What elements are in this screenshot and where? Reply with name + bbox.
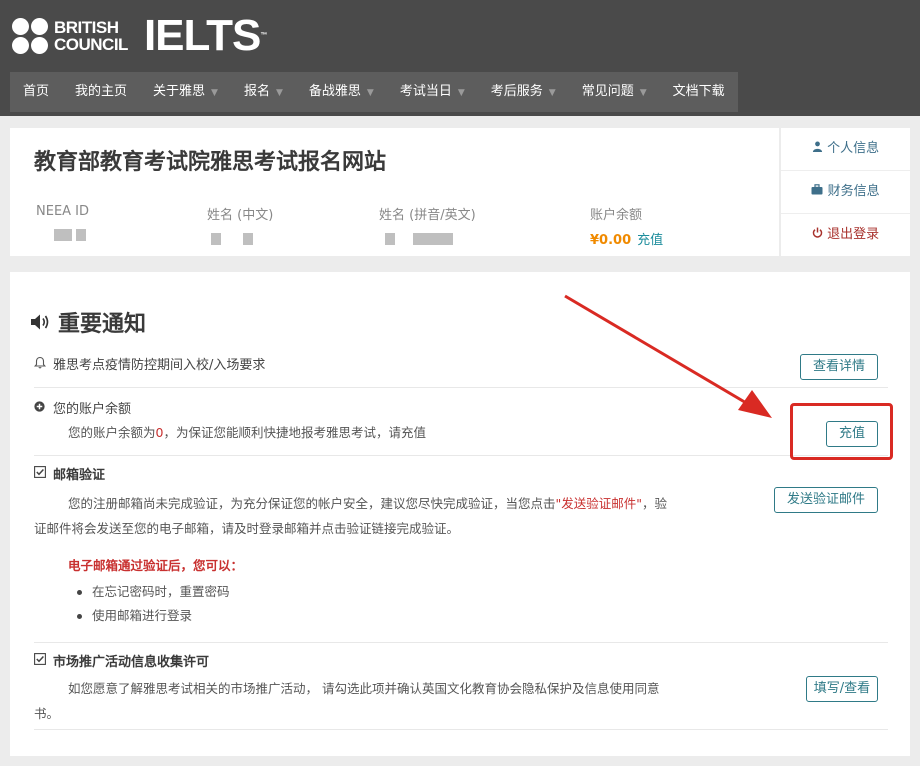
neea-id-label: NEEA ID xyxy=(36,204,90,219)
chevron-down-icon: ▼ xyxy=(548,88,556,98)
email-notice-text: 您的注册邮箱尚未完成验证，为充分保证您的帐户安全，建议您尽快完成验证，当您点击"… xyxy=(34,496,668,536)
plus-circle-icon xyxy=(34,400,48,415)
ielts-wordmark: IELTS™ xyxy=(143,11,267,60)
neea-id-field: NEEA ID xyxy=(36,204,89,241)
user-icon xyxy=(812,141,827,156)
nav-item-after-test[interactable]: 考后服务 ▼ xyxy=(478,72,569,112)
nav-item-faq[interactable]: 常见问题 ▼ xyxy=(569,72,660,112)
recharge-link[interactable]: 充值 xyxy=(637,233,663,248)
name-cn-value-redacted xyxy=(207,233,273,245)
account-side-menu: 个人信息 财务信息 退出登录 xyxy=(781,128,910,256)
nav-item-test-day[interactable]: 考试当日 ▼ xyxy=(387,72,478,112)
nav-item-home[interactable]: 首页 xyxy=(10,72,62,112)
nav-item-my-home[interactable]: 我的主页 xyxy=(62,72,140,112)
list-item: 在忘记密码时，重置密码 xyxy=(68,580,888,604)
side-item-personal-info[interactable]: 个人信息 xyxy=(781,128,910,170)
balance-field: 账户余额 ¥0.00 充值 xyxy=(590,204,663,248)
notice-row-marketing: 市场推广活动信息收集许可 如您愿意了解雅思考试相关的市场推广活动， 请勾选此项并… xyxy=(34,643,888,730)
notice-row-title: 市场推广活动信息收集许可 xyxy=(34,651,888,670)
chevron-down-icon: ▼ xyxy=(457,88,465,98)
nav-item-downloads[interactable]: 文档下载 xyxy=(660,72,738,112)
notice-row-title: 雅思考点疫情防控期间入校/入场要求 xyxy=(33,354,888,373)
notice-row-epidemic: 雅思考点疫情防控期间入校/入场要求 查看详情 xyxy=(33,346,888,388)
logo[interactable]: BRITISH COUNCIL IELTS™ xyxy=(12,11,267,60)
neea-id-value-redacted xyxy=(36,229,89,241)
name-cn-label: 姓名 (中文) xyxy=(207,208,274,223)
site-header: BRITISH COUNCIL IELTS™ 首页 我的主页 关于雅思 ▼ 报名 ▼… xyxy=(0,0,920,116)
checkbox-checked-icon xyxy=(34,466,48,481)
email-benefits-heading: 电子邮箱通过验证后，您可以： xyxy=(68,558,244,573)
briefcase-icon xyxy=(811,184,827,199)
bell-icon xyxy=(33,356,48,372)
view-details-button[interactable]: 查看详情 xyxy=(800,354,878,380)
notice-heading: 重要通知 xyxy=(30,306,146,338)
main-nav: 首页 我的主页 关于雅思 ▼ 报名 ▼ 备战雅思 ▼ 考试当日 ▼ 考后服务 ▼ 常见问题… xyxy=(10,72,738,112)
list-item: 使用邮箱进行登录 xyxy=(68,604,888,628)
notice-row-email: 邮箱验证 您的注册邮箱尚未完成验证，为充分保证您的帐户安全，建议您尽快完成验证，… xyxy=(34,456,888,643)
send-verification-email-button[interactable]: 发送验证邮件 xyxy=(774,487,878,513)
name-en-label: 姓名 (拼音/英文) xyxy=(379,208,476,223)
british-council-wordmark: BRITISH COUNCIL xyxy=(54,18,128,54)
annotation-highlight-box xyxy=(790,403,893,460)
name-en-field: 姓名 (拼音/英文) xyxy=(379,204,476,245)
page-title: 教育部教育考试院雅思考试报名网站 xyxy=(34,150,387,175)
balance-notice-text: 您的账户余额为0，为保证您能顺利快捷地报考雅思考试，请充值 xyxy=(68,425,426,440)
nav-item-about[interactable]: 关于雅思 ▼ xyxy=(140,72,231,112)
notice-row-balance: 您的账户余额 您的账户余额为0，为保证您能顺利快捷地报考雅思考试，请充值 充值 xyxy=(34,388,888,456)
marketing-notice-text: 如您愿意了解雅思考试相关的市场推广活动， 请勾选此项并确认英国文化教育协会隐私保… xyxy=(34,681,660,721)
british-council-logo-icon xyxy=(12,18,48,54)
notice-card: 重要通知 雅思考点疫情防控期间入校/入场要求 查看详情 您的账户余额 您的账户余… xyxy=(10,272,910,756)
side-item-finance-info[interactable]: 财务信息 xyxy=(781,170,910,212)
chevron-down-icon: ▼ xyxy=(639,88,647,98)
profile-card: 教育部教育考试院雅思考试报名网站 NEEA ID 姓名 (中文) 姓名 (拼音/… xyxy=(10,128,779,256)
chevron-down-icon: ▼ xyxy=(211,88,218,98)
power-icon xyxy=(812,227,827,242)
nav-item-prepare[interactable]: 备战雅思 ▼ xyxy=(296,72,387,112)
fill-view-button[interactable]: 填写/查看 xyxy=(806,676,878,702)
balance-amount: ¥0.00 xyxy=(590,233,632,248)
checkbox-checked-icon xyxy=(34,653,48,668)
notice-row-title: 您的账户余额 xyxy=(34,398,888,417)
email-benefits-list: 在忘记密码时，重置密码 使用邮箱进行登录 xyxy=(68,580,888,628)
nav-item-register[interactable]: 报名 ▼ xyxy=(231,72,296,112)
chevron-down-icon: ▼ xyxy=(275,88,283,98)
speaker-icon xyxy=(31,314,49,330)
chevron-down-icon: ▼ xyxy=(366,88,374,98)
name-cn-field: 姓名 (中文) xyxy=(207,204,273,245)
side-item-logout[interactable]: 退出登录 xyxy=(781,213,910,255)
notice-row-title: 邮箱验证 xyxy=(34,464,888,483)
name-en-value-redacted xyxy=(379,233,476,245)
balance-label: 账户余额 xyxy=(590,208,643,223)
